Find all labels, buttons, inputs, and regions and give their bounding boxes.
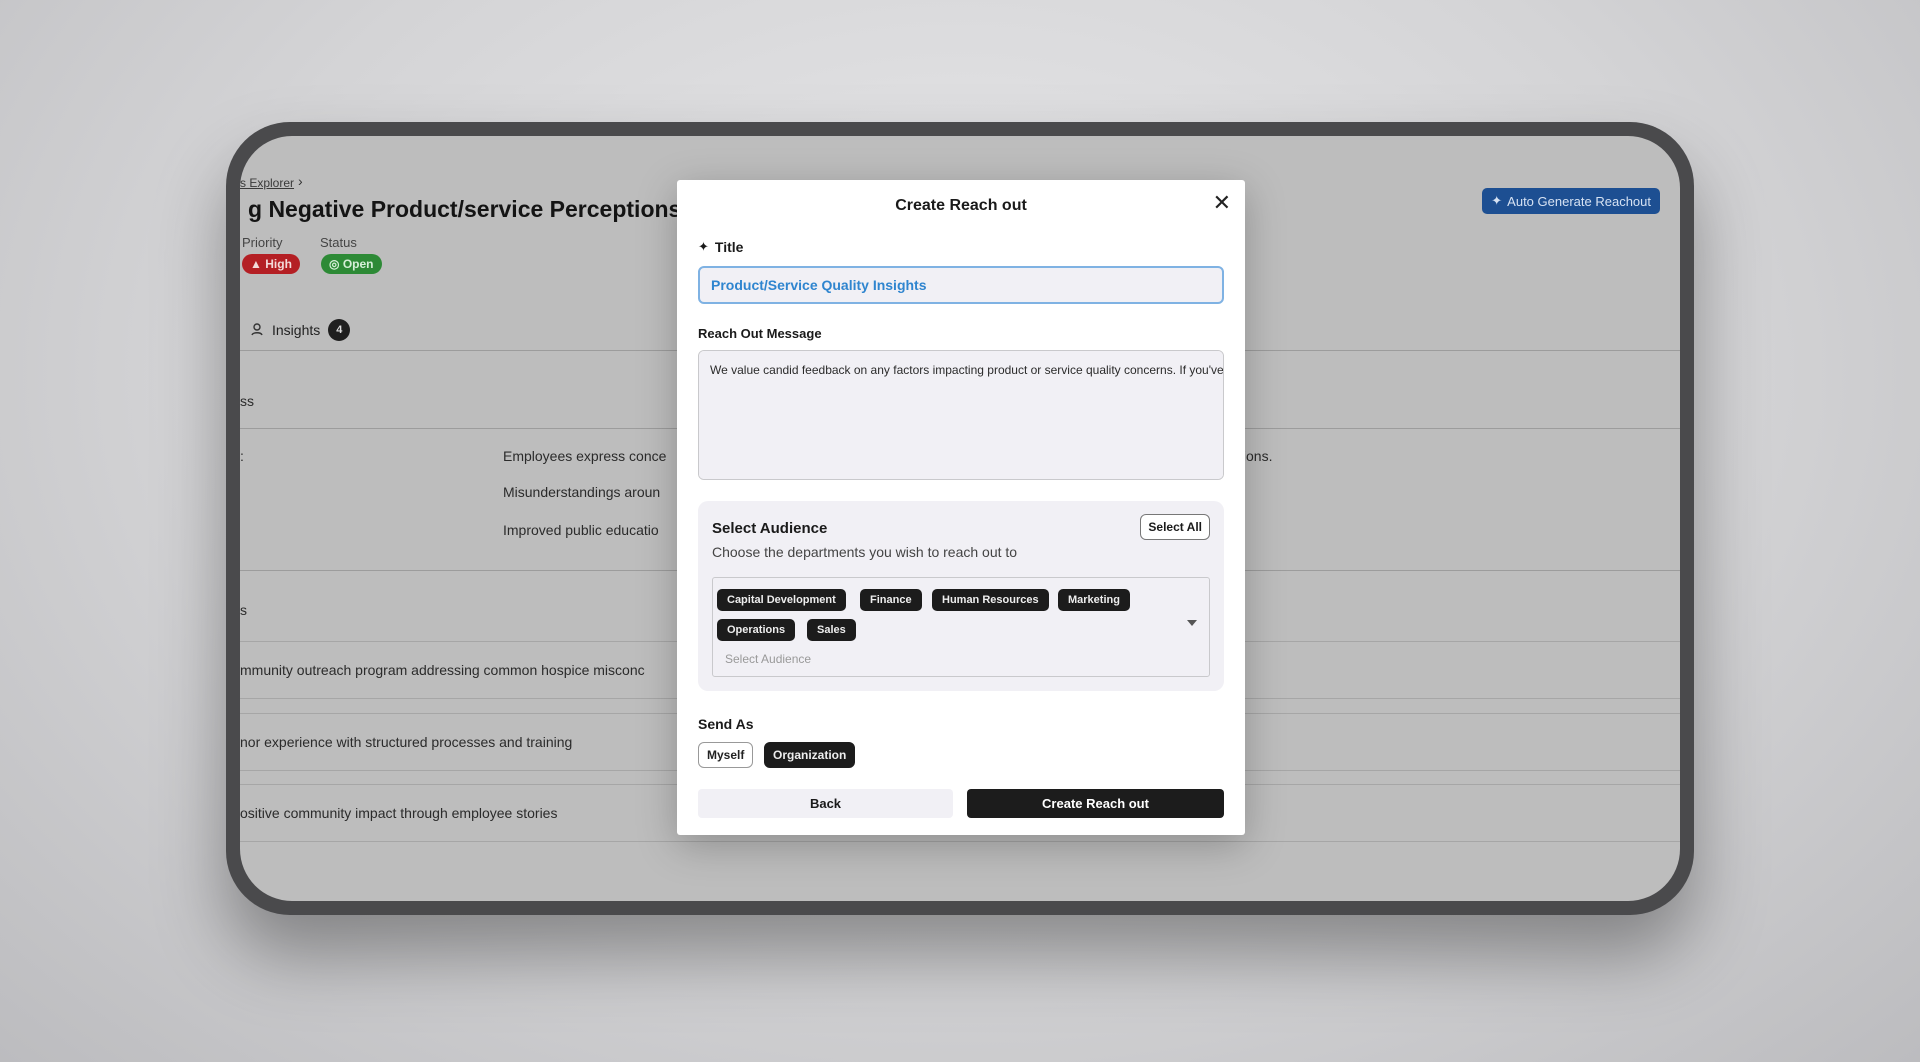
title-field-label: Title	[714, 239, 744, 255]
audience-panel: Select Audience Choose the departments y…	[698, 501, 1224, 691]
detail-line-3: Improved public educatio	[503, 522, 659, 538]
status-label: Status	[320, 235, 357, 250]
section-title: s	[240, 602, 247, 618]
audience-subtitle: Choose the departments you wish to reach…	[712, 544, 1018, 560]
list-item-text: mmunity outreach program addressing comm…	[240, 662, 645, 678]
page-title: g Negative Product/service Perceptions	[248, 196, 682, 222]
priority-badge: ▲ High	[242, 254, 300, 274]
audience-placeholder: Select Audience	[725, 652, 812, 666]
message-textarea[interactable]: We value candid feedback on any factors …	[698, 350, 1224, 480]
detail-line-1: Employees express conce	[503, 448, 667, 464]
auto-generate-reachout-button[interactable]: ✦ Auto Generate Reachout	[1482, 188, 1660, 214]
row-label: :	[240, 448, 244, 464]
insights-icon	[250, 322, 264, 339]
send-as-label: Send As	[698, 716, 754, 732]
auto-generate-label: Auto Generate Reachout	[1507, 193, 1651, 209]
tab-insights-label: Insights	[272, 322, 321, 338]
send-as-organization-option[interactable]: Organization	[764, 742, 856, 768]
status-badge: ◎ Open	[321, 254, 382, 274]
department-chip[interactable]: Sales	[807, 619, 856, 641]
tab-insights[interactable]: Insights 4	[250, 319, 351, 341]
department-chip[interactable]: Operations	[717, 619, 796, 641]
modal-title: Create Reach out	[895, 197, 1027, 214]
close-icon[interactable]: ✕	[1213, 192, 1231, 214]
select-all-button[interactable]: Select All	[1140, 514, 1210, 540]
send-as-myself-option[interactable]: Myself	[698, 742, 754, 768]
back-button[interactable]: Back	[698, 789, 953, 818]
chevron-right-icon: ›	[298, 173, 303, 189]
priority-label: Priority	[242, 235, 283, 250]
breadcrumb-link[interactable]: s Explorer	[240, 176, 294, 190]
sparkle-icon: ✦	[1491, 193, 1503, 208]
title-input[interactable]	[698, 266, 1224, 304]
chevron-down-icon[interactable]	[1187, 620, 1197, 626]
department-chip[interactable]: Capital Development	[717, 589, 846, 611]
title-field-header: ✦ Title	[698, 239, 743, 255]
create-reach-out-modal: Create Reach out ✕ ✦ Title Reach Out Mes…	[677, 180, 1245, 835]
circle-check-icon: ◎	[329, 257, 340, 271]
department-chip[interactable]: Human Resources	[932, 589, 1049, 611]
list-item-text: ositive community impact through employe…	[240, 805, 558, 821]
audience-multiselect[interactable]: Capital Development Finance Human Resour…	[712, 577, 1210, 677]
list-item-text: nor experience with structured processes…	[240, 734, 573, 750]
audience-title: Select Audience	[712, 520, 828, 537]
create-reach-out-button[interactable]: Create Reach out	[967, 789, 1224, 818]
detail-line-2: Misunderstandings aroun	[503, 484, 661, 500]
department-chip[interactable]: Marketing	[1058, 589, 1130, 611]
warning-icon: ▲	[250, 257, 262, 271]
message-label: Reach Out Message	[698, 326, 822, 341]
department-chip[interactable]: Finance	[860, 589, 922, 611]
tab-count-badge: 4	[328, 319, 351, 341]
sparkle-icon: ✦	[698, 239, 709, 254]
section-title: ss	[240, 393, 254, 409]
